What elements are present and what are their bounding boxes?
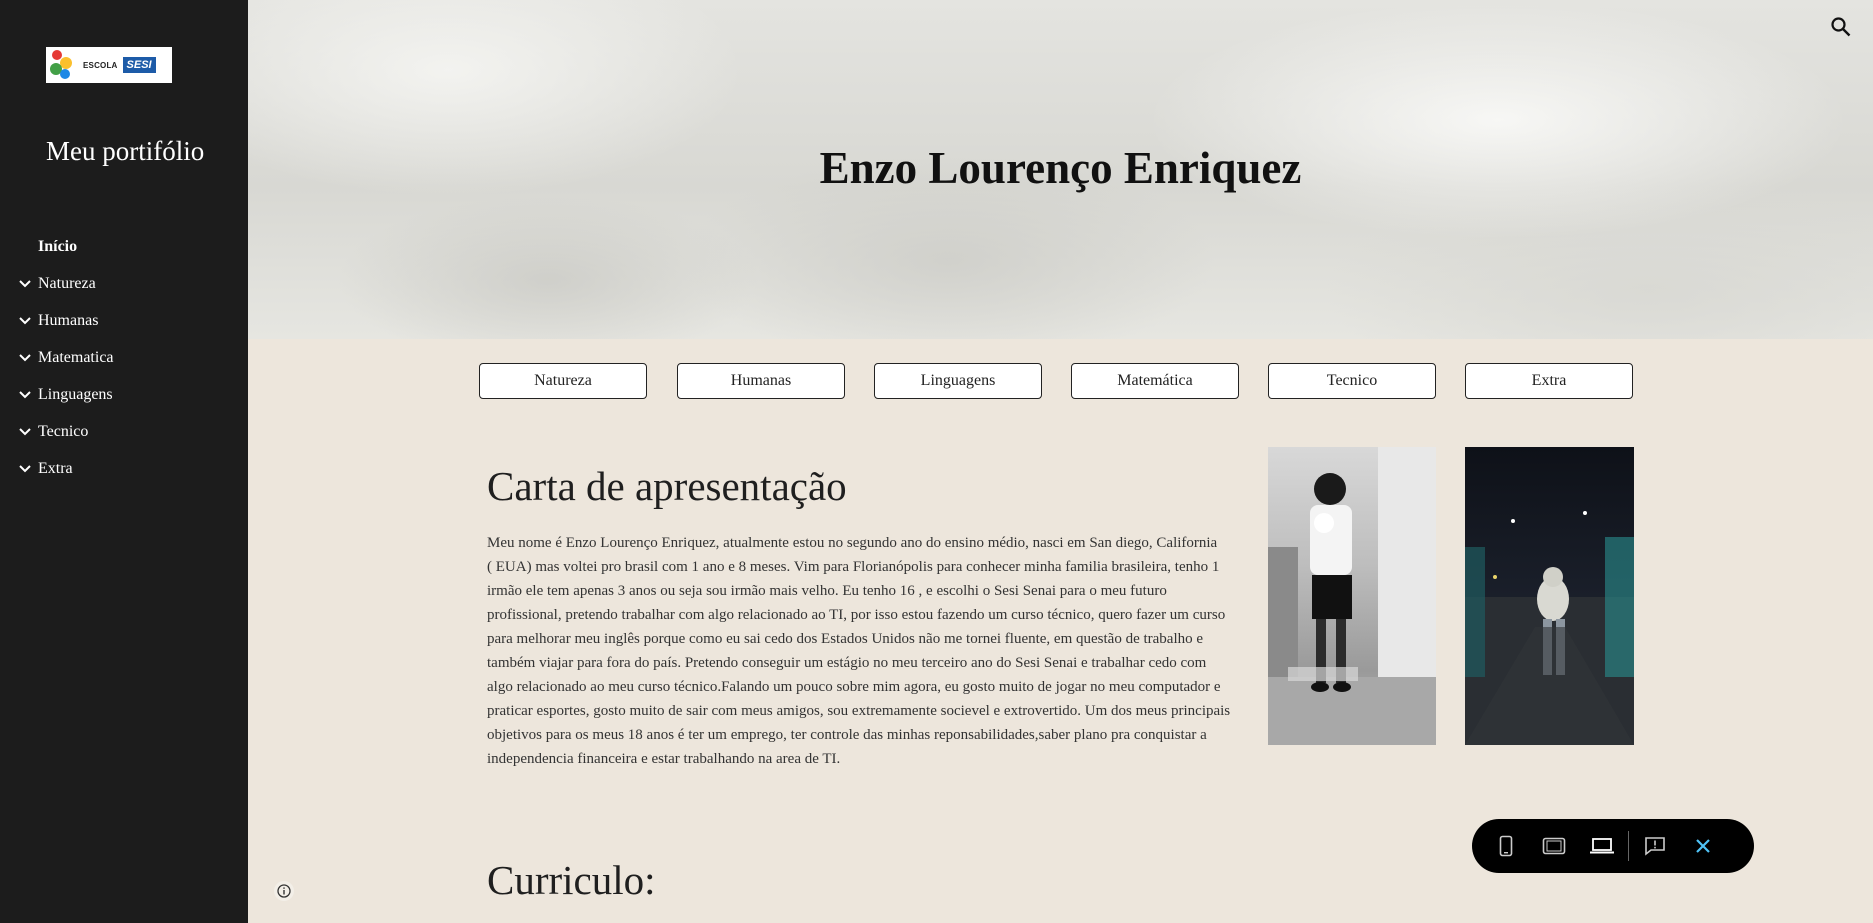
natureza-button[interactable]: Natureza	[479, 363, 647, 399]
chevron-down-icon[interactable]	[0, 464, 38, 473]
sidebar-item-linguagens[interactable]: Linguagens	[0, 376, 248, 413]
paragraph-line: independencia financeira e estar trabalh…	[487, 751, 841, 767]
sidebar-item-inicio[interactable]: Início	[0, 228, 248, 265]
preview-toolbar	[1472, 819, 1754, 873]
sidebar-item-label: Tecnico	[38, 422, 89, 440]
chevron-down-icon[interactable]	[0, 353, 38, 362]
chevron-down-icon[interactable]	[0, 427, 38, 436]
sidebar-item-humanas[interactable]: Humanas	[0, 302, 248, 339]
sidebar: ESCOLA SESI Meu portifólio Início Nature…	[0, 0, 248, 923]
paragraph-line: irmão ele tem apenas 3 anos ou seja sou …	[487, 583, 1167, 599]
laptop-icon[interactable]	[1578, 819, 1626, 873]
phone-icon[interactable]	[1482, 819, 1530, 873]
matematica-button[interactable]: Matemática	[1071, 363, 1239, 399]
info-icon[interactable]	[274, 881, 294, 901]
section-heading: Carta de apresentação	[487, 463, 847, 509]
site-logo[interactable]: ESCOLA SESI	[46, 47, 172, 83]
paragraph-line: algo relacionado ao meu curso técnico.Fa…	[487, 679, 1221, 695]
logo-text: ESCOLA	[83, 60, 118, 70]
close-icon[interactable]	[1679, 819, 1727, 873]
photo-night-street[interactable]	[1465, 447, 1634, 745]
tecnico-button[interactable]: Tecnico	[1268, 363, 1436, 399]
sidebar-item-label: Humanas	[38, 311, 99, 329]
paragraph-line: profissional, pretendo trabalhar com alg…	[487, 607, 1226, 623]
chevron-down-icon[interactable]	[0, 279, 38, 288]
paragraph-line: ( EUA) mas voltei pro brasil com 1 ano e…	[487, 559, 1220, 575]
sidebar-item-matematica[interactable]: Matematica	[0, 339, 248, 376]
logo-mark-icon	[46, 47, 80, 83]
sidebar-item-extra[interactable]: Extra	[0, 450, 248, 487]
sidebar-item-label: Matematica	[38, 348, 114, 366]
sidebar-item-label: Início	[38, 237, 78, 255]
chevron-down-icon[interactable]	[0, 390, 38, 399]
page-title: Enzo Lourenço Enriquez	[819, 143, 1302, 193]
toolbar-divider	[1628, 831, 1629, 861]
paragraph-line: para melhorar meu inglês porque como eu …	[487, 631, 1204, 647]
site-title[interactable]: Meu portifólio	[46, 136, 204, 167]
sidebar-item-label: Linguagens	[38, 385, 113, 403]
tablet-icon[interactable]	[1530, 819, 1578, 873]
sidebar-nav: Início Natureza Humanas Matematica Lingu…	[0, 228, 248, 487]
feedback-icon[interactable]	[1631, 819, 1679, 873]
sidebar-item-label: Extra	[38, 459, 73, 477]
logo-brand: SESI	[122, 57, 156, 73]
paragraph-line: praticar esportes, gosto muito de sair c…	[487, 703, 1231, 719]
sidebar-item-tecnico[interactable]: Tecnico	[0, 413, 248, 450]
search-icon[interactable]	[1830, 16, 1852, 38]
paragraph-line: também viajar para fora do país. Pretend…	[487, 655, 1207, 671]
sidebar-item-label: Natureza	[38, 274, 96, 292]
photo-mirror-selfie[interactable]	[1268, 447, 1436, 745]
presentation-paragraph: Meu nome é Enzo Lourenço Enriquez, atual…	[487, 531, 1239, 771]
header-banner: Enzo Lourenço Enriquez	[248, 0, 1873, 339]
linguagens-button[interactable]: Linguagens	[874, 363, 1042, 399]
humanas-button[interactable]: Humanas	[677, 363, 845, 399]
paragraph-line: objetivos para os meus 18 anos é ter um …	[487, 727, 1207, 743]
extra-button[interactable]: Extra	[1465, 363, 1633, 399]
sidebar-item-natureza[interactable]: Natureza	[0, 265, 248, 302]
section-heading: Curriculo:	[487, 857, 656, 903]
paragraph-line: Meu nome é Enzo Lourenço Enriquez, atual…	[487, 535, 1218, 551]
chevron-down-icon[interactable]	[0, 316, 38, 325]
